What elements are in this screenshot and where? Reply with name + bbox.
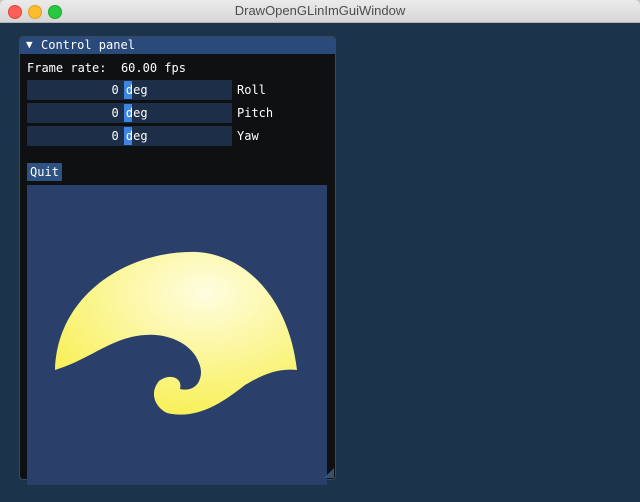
resize-grip[interactable]	[324, 468, 334, 478]
opengl-canvas[interactable]	[27, 185, 327, 485]
pitch-slider-value: 0 deg	[111, 106, 148, 120]
frame-rate-row: Frame rate: 60.00 fps	[27, 61, 186, 75]
app-window: DrawOpenGLinImGuiWindow ▼ Control panel …	[0, 0, 640, 502]
window-title: DrawOpenGLinImGuiWindow	[234, 3, 406, 18]
roll-slider-row: 0 deg Roll	[27, 80, 327, 100]
yaw-label: Yaw	[237, 129, 259, 143]
quit-button[interactable]: Quit	[27, 163, 62, 181]
panel-title: Control panel	[41, 38, 135, 52]
yaw-slider[interactable]: 0 deg	[27, 126, 232, 146]
wave-shape	[55, 251, 297, 415]
pitch-label: Pitch	[237, 106, 274, 120]
yaw-slider-row: 0 deg Yaw	[27, 126, 327, 146]
pitch-slider-row: 0 deg Pitch	[27, 103, 327, 123]
yaw-slider-value: 0 deg	[111, 129, 148, 143]
roll-slider[interactable]: 0 deg	[27, 80, 232, 100]
frame-rate-value: 60.00 fps	[120, 61, 186, 75]
frame-rate-label: Frame rate:	[27, 61, 107, 75]
wave-crest	[55, 251, 297, 415]
roll-slider-value: 0 deg	[111, 83, 148, 97]
control-panel: ▼ Control panel Frame rate: 60.00 fps 0 …	[19, 36, 336, 485]
title-bar: DrawOpenGLinImGuiWindow	[0, 0, 640, 23]
pitch-slider[interactable]: 0 deg	[27, 103, 232, 123]
collapse-arrow-icon[interactable]: ▼	[26, 38, 33, 51]
panel-header[interactable]: ▼ Control panel	[20, 37, 335, 54]
client-area: ▼ Control panel Frame rate: 60.00 fps 0 …	[0, 23, 640, 502]
roll-label: Roll	[237, 83, 266, 97]
